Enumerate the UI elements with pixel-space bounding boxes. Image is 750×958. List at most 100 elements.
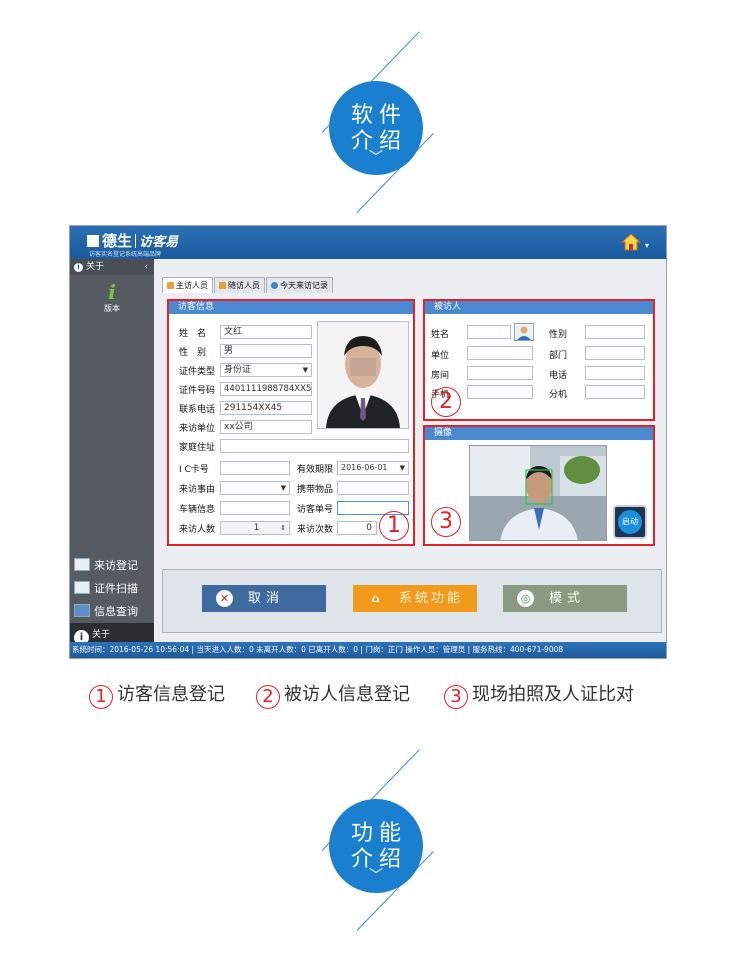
host-name-field[interactable]: [467, 325, 511, 339]
panel-title: 摄像: [425, 427, 653, 440]
host-phone-label: 电话: [549, 371, 568, 381]
sidebar-header-label: 关于: [86, 262, 105, 272]
chevron-left-icon[interactable]: ‹: [144, 259, 148, 275]
phone-label: 联系电话: [179, 405, 216, 415]
query-icon: [74, 604, 90, 617]
chevron-down-icon: ﹀: [369, 868, 383, 884]
register-icon: [74, 558, 90, 571]
dropdown-arrow-icon: ▼: [280, 484, 286, 492]
visitor-count-stepper[interactable]: 1 ⇕: [220, 521, 290, 535]
gender-field[interactable]: 男: [220, 344, 312, 358]
logo-brand: 德生: [102, 232, 133, 250]
dropdown-caret-icon[interactable]: ▾: [645, 241, 649, 250]
sidebar-item-label: 关于: [92, 630, 111, 640]
host-info-panel: 被访人 姓名 性别 单位 部门 房间 电话 手机 分机 2: [423, 299, 655, 421]
marker-3: 3: [431, 507, 461, 537]
app-slogan: 访客实名登记系统高端品牌: [89, 251, 162, 258]
visitor-count-label: 来访人数: [179, 525, 216, 535]
id-type-select[interactable]: 身份证 ▼: [220, 363, 312, 377]
sidebar-header[interactable]: i 关于 ‹: [70, 259, 154, 275]
scan-icon: [74, 581, 90, 594]
id-photo: [317, 321, 409, 429]
gender-label: 性 别: [179, 348, 207, 358]
vehicle-field[interactable]: [220, 501, 290, 515]
ic-card-label: I C卡号: [179, 465, 209, 475]
tab-companions[interactable]: 随访人员: [214, 277, 265, 293]
dropdown-arrow-icon: ▼: [399, 464, 405, 472]
id-number-label: 证件号码: [179, 386, 216, 396]
tab-bar: 主访人员 随访人员 今天来访记录: [162, 277, 334, 293]
caption-1: 1 访客信息登记: [89, 680, 225, 709]
panel-title: 访客信息: [169, 301, 413, 314]
reason-select[interactable]: ▼: [220, 481, 290, 495]
camera-panel: 摄像 启动 3: [423, 425, 655, 546]
version-label: 版本: [104, 304, 120, 313]
phone-field[interactable]: 291154XX45: [220, 401, 312, 415]
unit-label: 来访单位: [179, 424, 216, 434]
cancel-button[interactable]: ✕ 取消: [202, 585, 326, 612]
section-badge-features: 功能 介绍 ﹀: [329, 799, 423, 893]
panel-title: 被访人: [425, 301, 653, 314]
host-mobile-field[interactable]: [467, 385, 533, 399]
address-field[interactable]: [220, 439, 409, 453]
host-ext-label: 分机: [549, 390, 568, 400]
logo-sub: 访客易: [139, 235, 179, 250]
logo-mark-icon: [87, 235, 99, 247]
marker-1: 1: [379, 511, 409, 541]
mode-button[interactable]: ◎ 模式: [503, 585, 627, 612]
host-avatar-icon[interactable]: [514, 323, 534, 341]
user-icon: [167, 282, 174, 289]
host-ext-field[interactable]: [585, 385, 645, 399]
sidebar-item-label: 来访登记: [94, 559, 138, 572]
visit-times-label: 来访次数: [297, 525, 334, 535]
title-bar: 德生 访客易 访客实名登记系统高端品牌 ▾: [70, 226, 666, 259]
info-icon: i: [74, 263, 83, 272]
stepper-arrows-icon[interactable]: ⇕: [280, 522, 286, 534]
visit-times-field[interactable]: 0: [337, 521, 377, 535]
visit-number-label: 访客单号: [297, 505, 334, 515]
version-icon: i: [108, 280, 116, 304]
system-function-button[interactable]: ⌂ 系统功能: [353, 585, 477, 612]
tab-main-visitor[interactable]: 主访人员: [162, 277, 213, 293]
action-bar: ✕ 取消 ⌂ 系统功能 ◎ 模式: [162, 569, 662, 633]
tab-today-records[interactable]: 今天来访记录: [266, 277, 333, 293]
section-badge-software: 软件 介绍 ﹀: [329, 81, 423, 175]
caption-number: 3: [444, 685, 468, 709]
ic-card-field[interactable]: [220, 461, 290, 475]
carry-items-field[interactable]: [337, 481, 409, 495]
version-entry[interactable]: i 版本: [70, 281, 154, 314]
carry-items-label: 携带物品: [297, 485, 334, 495]
sidebar-item-query[interactable]: 信息查询: [70, 600, 154, 624]
host-gender-field[interactable]: [585, 325, 645, 339]
sidebar: i 关于 ‹ i 版本 来访登记 证件扫描 信息查询 i 关于: [70, 259, 154, 645]
camera-start-button[interactable]: 启动: [613, 505, 647, 539]
host-phone-field[interactable]: [585, 366, 645, 380]
valid-period-label: 有效期限: [297, 465, 334, 475]
vehicle-label: 车辆信息: [179, 505, 216, 515]
host-room-field[interactable]: [467, 366, 533, 380]
camera-feed-image: [470, 446, 606, 540]
sidebar-item-register[interactable]: 来访登记: [70, 554, 154, 578]
app-window: 德生 访客易 访客实名登记系统高端品牌 ▾ i 关于 ‹ i 版本 来访登记 证件扫…: [69, 225, 667, 659]
host-gender-label: 性别: [549, 330, 568, 340]
host-dept-field[interactable]: [585, 346, 645, 360]
sidebar-item-label: 信息查询: [94, 605, 138, 618]
camera-start-label: 启动: [618, 510, 642, 534]
visitor-info-panel: 访客信息 姓 名 文红 性 别 男 证件类型 身份证 ▼ 证件号码 4401111…: [167, 299, 415, 546]
caption-number: 2: [256, 685, 280, 709]
host-room-label: 房间: [431, 371, 450, 381]
visitor-photo-image: [318, 322, 408, 428]
sidebar-item-about[interactable]: i 关于: [70, 623, 154, 645]
valid-period-picker[interactable]: 2016-06-01 ▼: [337, 461, 409, 475]
name-field[interactable]: 文红: [220, 325, 312, 339]
main-content: 主访人员 随访人员 今天来访记录 访客信息 姓 名 文红 性 别 男 证件类型 …: [154, 259, 666, 642]
host-unit-label: 单位: [431, 351, 450, 361]
caption-3: 3 现场拍照及人证比对: [444, 680, 634, 709]
sidebar-item-scan[interactable]: 证件扫描: [70, 577, 154, 601]
id-number-field[interactable]: 4401111988784XX5: [220, 382, 312, 396]
host-unit-field[interactable]: [467, 346, 533, 360]
mode-icon: ◎: [517, 590, 534, 607]
close-icon: ✕: [216, 590, 233, 607]
home-icon[interactable]: [620, 232, 642, 252]
unit-field[interactable]: xx公司: [220, 420, 312, 434]
